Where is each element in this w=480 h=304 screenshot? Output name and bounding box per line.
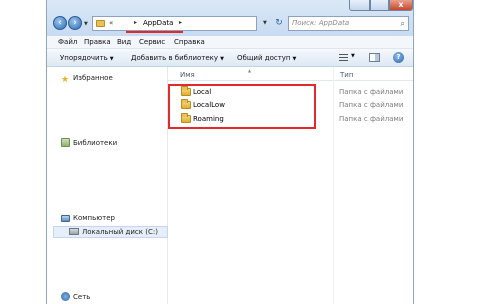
forward-button[interactable]: › [68, 16, 82, 30]
preview-pane-icon[interactable] [369, 53, 380, 62]
column-header-type[interactable]: Тип [340, 71, 353, 79]
address-bar[interactable]: « ▸ AppData ▸ [92, 16, 257, 31]
organize-label: Упорядочить [60, 54, 108, 62]
organize-button[interactable]: Упорядочить ▼ [60, 54, 114, 62]
nav-item-label: Локальный диск (C:) [82, 228, 158, 236]
annotation-highlight-box [168, 84, 316, 129]
breadcrumb-appdata[interactable]: AppData [143, 19, 173, 27]
share-button[interactable]: Общий доступ ▼ [237, 54, 296, 62]
menu-view[interactable]: Вид [117, 38, 131, 46]
menu-service[interactable]: Сервис [139, 38, 165, 46]
nav-item-label: Компьютер [73, 214, 115, 222]
address-dropdown-icon[interactable]: ▼ [263, 20, 267, 26]
menu-bar: Файл Правка Вид Сервис Справка [47, 36, 413, 49]
nav-item-libraries[interactable]: Библиотеки [61, 138, 117, 147]
folder-icon [96, 20, 105, 27]
breadcrumb-separator-icon[interactable]: ▸ [134, 19, 137, 26]
file-type: Папка с файлами [339, 88, 404, 96]
file-type: Папка с файлами [339, 101, 404, 109]
nav-item-local-disk[interactable]: Локальный диск (C:) [53, 226, 168, 238]
title-bar: x ‹ › ▼ « ▸ AppData ▸ ▼ ↻ Поиск: AppData… [47, 0, 413, 36]
add-to-library-label: Добавить в библиотеку [131, 54, 219, 62]
sort-arrow-icon: ▲ [248, 68, 252, 73]
breadcrumb-overflow[interactable]: « [109, 19, 113, 27]
search-box[interactable]: Поиск: AppData ⌕ [288, 16, 409, 31]
menu-edit[interactable]: Правка [84, 38, 111, 46]
chevron-down-icon: ▼ [292, 56, 297, 62]
navigation-pane: ★ Избранное Библиотеки Компьютер Локальны… [47, 67, 168, 304]
chevron-down-icon: ▼ [109, 56, 114, 62]
help-icon[interactable]: ? [393, 52, 404, 63]
column-headers: Имя ▲ Тип [168, 67, 413, 81]
nav-item-label: Библиотеки [73, 139, 118, 147]
explorer-window: x ‹ › ▼ « ▸ AppData ▸ ▼ ↻ Поиск: AppData… [46, 0, 414, 304]
nav-item-network[interactable]: Сеть [61, 292, 90, 301]
drive-icon [69, 228, 79, 235]
annotation-underline [126, 31, 183, 33]
network-icon [61, 292, 70, 301]
nav-item-label: Избранное [73, 74, 113, 82]
share-label: Общий доступ [237, 54, 291, 62]
file-type: Папка с файлами [339, 115, 404, 123]
column-header-name[interactable]: Имя [180, 71, 195, 79]
back-button[interactable]: ‹ [53, 16, 67, 30]
close-button[interactable]: x [389, 0, 413, 11]
search-icon[interactable]: ⌕ [401, 19, 405, 29]
star-icon: ★ [61, 75, 70, 85]
menu-file[interactable]: Файл [58, 38, 77, 46]
nav-item-favorites[interactable]: ★ Избранное [61, 74, 113, 85]
search-input[interactable]: Поиск: AppData [292, 19, 349, 27]
nav-item-computer[interactable]: Компьютер [61, 214, 115, 222]
minimize-button[interactable] [349, 0, 370, 11]
add-to-library-button[interactable]: Добавить в библиотеку ▼ [131, 54, 224, 62]
computer-icon [61, 215, 70, 222]
nav-item-label: Сеть [73, 293, 91, 301]
maximize-button[interactable] [370, 0, 389, 11]
command-bar: Упорядочить ▼ Добавить в библиотеку ▼ Общи… [47, 49, 413, 67]
change-view-button[interactable]: ▼ [339, 53, 357, 63]
library-icon [61, 138, 70, 147]
chevron-down-icon: ▼ [351, 53, 355, 59]
menu-help[interactable]: Справка [174, 38, 205, 46]
refresh-button[interactable]: ↻ [272, 16, 286, 31]
recent-pages-dropdown-icon[interactable]: ▼ [84, 21, 88, 27]
breadcrumb-separator-icon[interactable]: ▸ [179, 19, 182, 26]
chevron-down-icon: ▼ [220, 56, 224, 62]
